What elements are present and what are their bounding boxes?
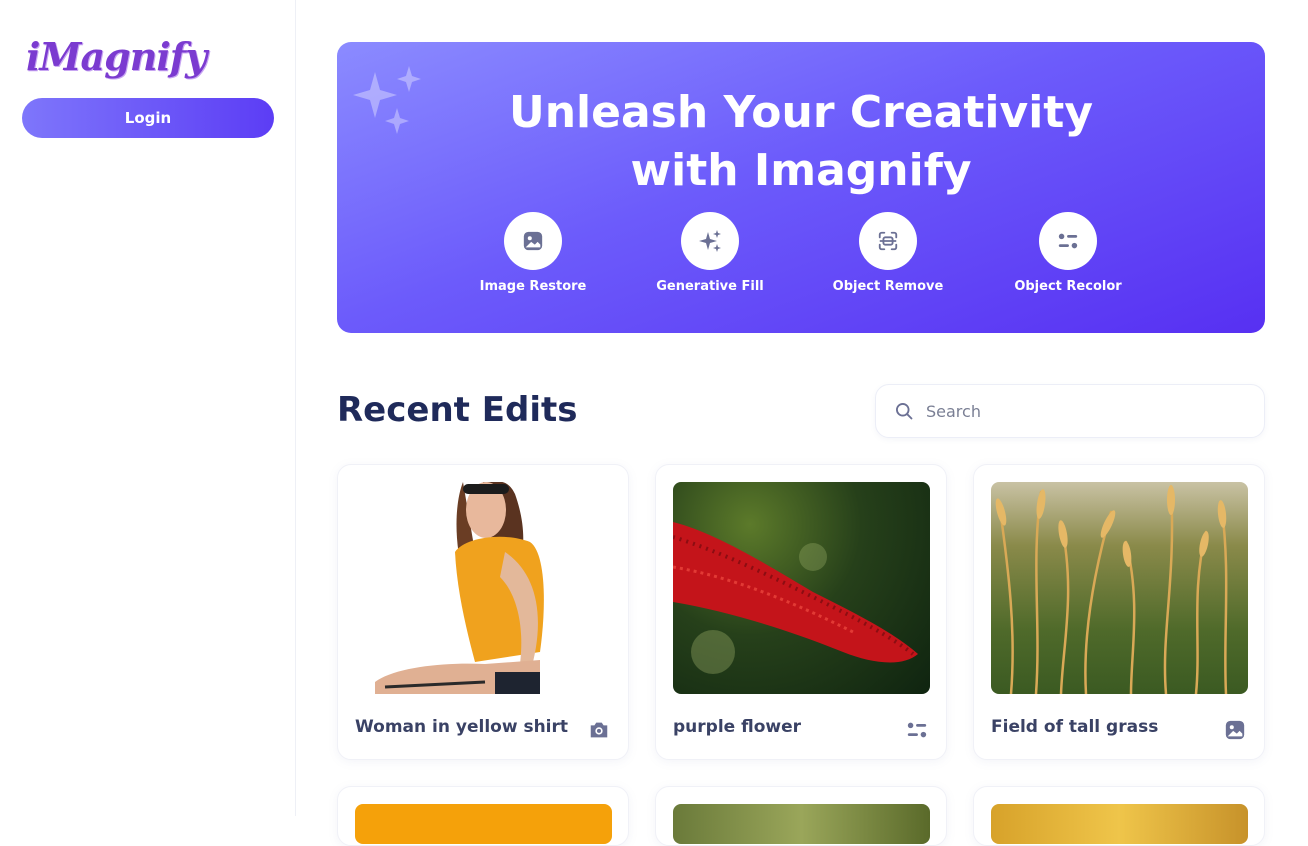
tool-circle[interactable] (1039, 212, 1097, 270)
banner-title-line1: Unleash Your Creativity (508, 87, 1093, 138)
flower-photo (673, 522, 918, 674)
tool-label: Image Restore (479, 279, 587, 294)
woman-photo (375, 482, 544, 694)
edit-card[interactable]: Woman in yellow shirt (337, 464, 629, 760)
recent-edits-heading: Recent Edits (337, 390, 578, 430)
card-caption: Field of tall grass (991, 717, 1159, 737)
camera-icon (590, 722, 608, 738)
card-thumbnail[interactable] (991, 804, 1248, 844)
edit-card[interactable] (655, 786, 947, 846)
card-thumbnail[interactable] (673, 482, 930, 694)
sparkles-icon (699, 230, 721, 252)
edit-card[interactable] (973, 786, 1265, 846)
login-button[interactable]: Login (22, 98, 274, 138)
sidebar: iMagnify Login (0, 0, 296, 816)
card-thumbnail[interactable] (991, 482, 1248, 694)
grass-photo (995, 485, 1228, 694)
banner-title-line2: with Imagnify (630, 145, 972, 196)
tool-object-remove[interactable]: Object Remove (818, 212, 958, 294)
search-input[interactable] (926, 401, 1246, 421)
tool-circle[interactable] (504, 212, 562, 270)
card-caption: Woman in yellow shirt (355, 717, 569, 737)
tool-circle[interactable] (681, 212, 739, 270)
tool-label: Object Recolor (1014, 279, 1122, 294)
card-caption: purple flower (673, 717, 801, 737)
edit-card[interactable] (337, 786, 629, 846)
search-icon (896, 403, 913, 420)
card-thumbnail[interactable] (355, 482, 612, 694)
hero-banner: Unleash Your Creativity with Imagnify Im… (337, 42, 1265, 333)
card-thumbnail[interactable] (355, 804, 612, 844)
tool-label: Object Remove (832, 279, 944, 294)
tool-image-restore[interactable]: Image Restore (463, 212, 603, 294)
edit-card[interactable]: purple flower (655, 464, 947, 760)
tool-object-recolor[interactable]: Object Recolor (998, 212, 1138, 294)
card-thumbnail[interactable] (673, 804, 930, 844)
tool-label: Generative Fill (656, 279, 764, 294)
banner-title: Unleash Your Creativity with Imagnify (337, 84, 1265, 200)
image-icon (1225, 720, 1245, 740)
image-icon (523, 231, 543, 251)
filter-icon (1058, 233, 1078, 249)
scan-icon (878, 231, 898, 251)
tool-circle[interactable] (859, 212, 917, 270)
app-logo[interactable]: iMagnify (26, 34, 207, 79)
search-bar[interactable] (875, 384, 1265, 438)
main-content: Unleash Your Creativity with Imagnify Im… (297, 0, 1308, 846)
filter-icon (907, 722, 927, 738)
tool-generative-fill[interactable]: Generative Fill (640, 212, 780, 294)
edit-card[interactable]: Field of tall grass (973, 464, 1265, 760)
